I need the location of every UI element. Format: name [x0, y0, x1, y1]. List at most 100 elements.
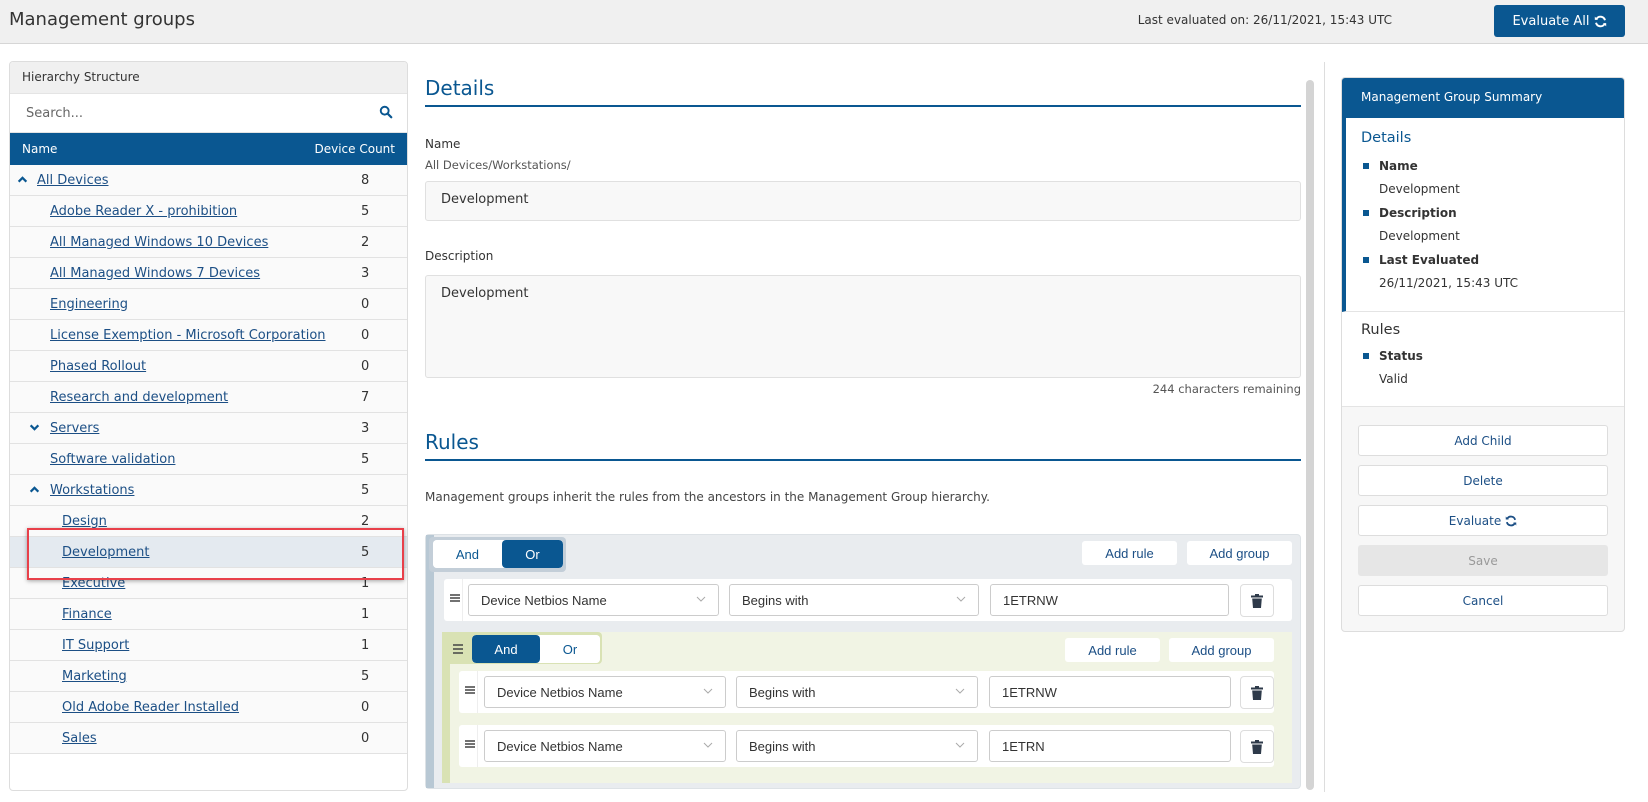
tree-item-link[interactable]: Engineering [50, 297, 128, 312]
root-and-button[interactable]: And [433, 540, 502, 568]
delete-button[interactable]: Delete [1358, 465, 1608, 496]
description-textarea[interactable]: Development [425, 275, 1301, 378]
tree-item-link[interactable]: Phased Rollout [50, 359, 146, 374]
tree-item-link[interactable]: Sales [62, 731, 97, 746]
page-title: Management groups [9, 9, 195, 30]
subgroup-or-button[interactable]: Or [540, 635, 600, 663]
tree-item-link[interactable]: Old Adobe Reader Installed [62, 700, 239, 715]
tree-row[interactable]: Workstations 5 [10, 475, 407, 506]
tree-row[interactable]: Development 5 [10, 537, 407, 568]
field-select-value: Device Netbios Name [497, 684, 623, 700]
evaluate-button[interactable]: Evaluate [1358, 505, 1608, 536]
drag-handle-icon[interactable] [464, 683, 476, 697]
bullet-icon [1363, 209, 1369, 216]
device-count: 5 [361, 668, 370, 684]
add-child-button[interactable]: Add Child [1358, 425, 1608, 456]
column-device-count[interactable]: Device Count [315, 142, 396, 156]
subgroup-and-button[interactable]: And [472, 635, 540, 663]
search-input[interactable] [26, 105, 356, 121]
tree-item-link[interactable]: Software validation [50, 452, 175, 467]
summary-rules-section: Rules Status Valid [1342, 312, 1624, 407]
details-scrollbar[interactable] [1306, 80, 1314, 790]
delete-rule-button[interactable] [1240, 676, 1274, 709]
operator-select[interactable]: Begins with [736, 676, 978, 708]
device-count: 5 [361, 482, 370, 498]
details-title: Details [425, 76, 495, 100]
last-evaluated-text: Last evaluated on: 26/11/2021, 15:43 UTC [1137, 13, 1392, 27]
tree-row[interactable]: Old Adobe Reader Installed 0 [10, 692, 407, 723]
root-add-group-button[interactable]: Add group [1187, 541, 1292, 565]
chars-remaining: 244 characters remaining [1152, 382, 1301, 396]
chevron-down-icon[interactable] [29, 422, 41, 434]
tree-item-link[interactable]: All Managed Windows 10 Devices [50, 235, 268, 250]
tree-row[interactable]: Design 2 [10, 506, 407, 537]
root-add-rule-button[interactable]: Add rule [1082, 541, 1177, 565]
drag-handle-icon[interactable] [452, 642, 464, 656]
tree-row[interactable]: IT Support 1 [10, 630, 407, 661]
field-select[interactable]: Device Netbios Name [484, 676, 726, 708]
tree-row[interactable]: Finance 1 [10, 599, 407, 630]
chevron-up-icon[interactable] [17, 174, 29, 186]
tree-item-link[interactable]: Research and development [50, 390, 228, 405]
tree-row[interactable]: All Devices 8 [10, 165, 407, 196]
rule-group-root: And Or Add rule Add group Device Netbios… [425, 534, 1301, 789]
name-input[interactable]: Development [425, 181, 1301, 221]
tree-item-link[interactable]: Executive [62, 576, 125, 591]
column-name[interactable]: Name [22, 142, 57, 156]
tree-item-link[interactable]: Workstations [50, 483, 134, 498]
evaluate-all-button[interactable]: Evaluate All [1494, 5, 1625, 37]
tree-row[interactable]: Adobe Reader X - prohibition 5 [10, 196, 407, 227]
summary-name-label: Name [1379, 158, 1418, 173]
tree-row[interactable]: Sales 0 [10, 723, 407, 754]
tree-item-link[interactable]: Finance [62, 607, 112, 622]
device-count: 5 [361, 203, 370, 219]
operator-select[interactable]: Begins with [729, 584, 979, 616]
tree-item-link[interactable]: All Devices [37, 173, 108, 188]
delete-rule-button[interactable] [1240, 584, 1274, 617]
chevron-down-icon [703, 742, 713, 748]
refresh-icon [1505, 515, 1517, 526]
device-count: 8 [361, 172, 370, 188]
tree-item-link[interactable]: Adobe Reader X - prohibition [50, 204, 237, 219]
delete-rule-button[interactable] [1240, 730, 1274, 763]
device-count: 0 [361, 699, 370, 715]
save-button[interactable]: Save [1358, 545, 1608, 576]
operator-select[interactable]: Begins with [736, 730, 978, 762]
operator-select-value: Begins with [749, 738, 816, 754]
tree-row[interactable]: Research and development 7 [10, 382, 407, 413]
tree-row[interactable]: License Exemption - Microsoft Corporatio… [10, 320, 407, 351]
chevron-down-icon [955, 688, 965, 694]
subgroup-combinator-toggle: And Or [472, 635, 600, 663]
tree-row[interactable]: Software validation 5 [10, 444, 407, 475]
tree-item-link[interactable]: Design [62, 514, 107, 529]
cancel-button[interactable]: Cancel [1358, 585, 1608, 616]
summary-last-evaluated-value: 26/11/2021, 15:43 UTC [1379, 276, 1518, 290]
tree-row[interactable]: All Managed Windows 10 Devices 2 [10, 227, 407, 258]
value-input[interactable]: 1ETRNW [990, 584, 1229, 616]
tree-row[interactable]: Servers 3 [10, 413, 407, 444]
field-select[interactable]: Device Netbios Name [484, 730, 726, 762]
drag-handle-icon[interactable] [464, 737, 476, 751]
value-input[interactable]: 1ETRN [989, 730, 1231, 762]
tree-row[interactable]: Phased Rollout 0 [10, 351, 407, 382]
subgroup-add-group-button[interactable]: Add group [1169, 638, 1274, 662]
root-or-button[interactable]: Or [501, 540, 563, 568]
value-input[interactable]: 1ETRNW [989, 676, 1231, 708]
tree-item-link[interactable]: Development [62, 545, 150, 560]
chevron-up-icon[interactable] [29, 484, 41, 496]
device-count: 0 [361, 358, 370, 374]
tree-row[interactable]: Executive 1 [10, 568, 407, 599]
tree-row[interactable]: All Managed Windows 7 Devices 3 [10, 258, 407, 289]
tree-item-link[interactable]: All Managed Windows 7 Devices [50, 266, 260, 281]
drag-handle-icon[interactable] [449, 591, 461, 605]
search-icon[interactable] [379, 105, 393, 119]
tree-item-link[interactable]: License Exemption - Microsoft Corporatio… [50, 328, 326, 343]
tree-item-link[interactable]: Servers [50, 421, 99, 436]
tree-item-link[interactable]: IT Support [62, 638, 129, 653]
tree-item-link[interactable]: Marketing [62, 669, 127, 684]
field-select[interactable]: Device Netbios Name [468, 584, 719, 616]
tree-row[interactable]: Marketing 5 [10, 661, 407, 692]
subgroup-add-rule-button[interactable]: Add rule [1065, 638, 1160, 662]
tree-row[interactable]: Engineering 0 [10, 289, 407, 320]
field-select-value: Device Netbios Name [497, 738, 623, 754]
